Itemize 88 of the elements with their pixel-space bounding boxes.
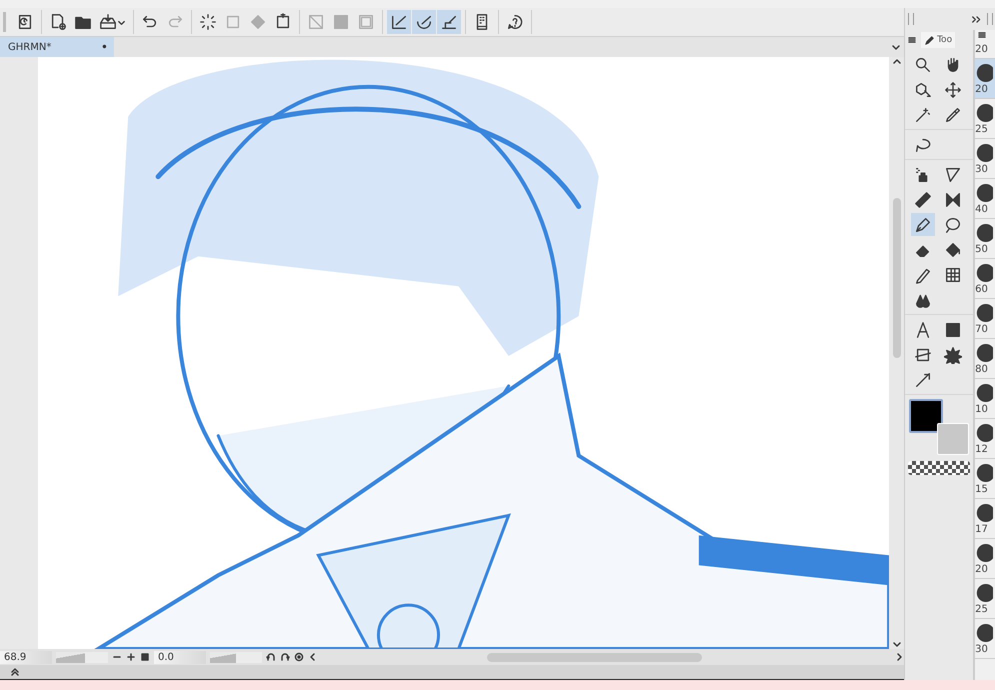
ruler-pen-button[interactable] [387, 10, 411, 34]
brush-tip-icon [975, 502, 994, 524]
pen-nib-tool[interactable] [911, 213, 936, 236]
import-tray-icon [99, 13, 117, 31]
ruler-pen-icon [415, 13, 433, 31]
brush-tip-icon [975, 382, 994, 404]
plus-icon[interactable] [126, 652, 136, 662]
target-icon[interactable] [294, 652, 304, 662]
tool-tab[interactable]: Too [921, 32, 956, 48]
square-icon [357, 13, 375, 31]
ruler-pen-icon [390, 13, 408, 31]
brush-size-item[interactable]: 80 [975, 339, 995, 379]
brush-size-item[interactable]: 30 [975, 619, 995, 659]
transform-icon [274, 13, 292, 31]
magic-wand-icon [914, 106, 932, 124]
zoom-slider[interactable] [56, 652, 108, 662]
balloon-icon [944, 216, 962, 234]
half-square-icon [332, 13, 350, 31]
eyedropper-icon [944, 106, 962, 124]
brush-size-item[interactable]: 20 [975, 59, 995, 99]
brush-size-item[interactable]: 30 [975, 139, 995, 179]
brush-size-item[interactable]: 12 [975, 419, 995, 459]
document-title: GHRMN* [8, 42, 52, 52]
search-icon [914, 56, 932, 74]
transparent-color-swatch[interactable] [908, 461, 970, 475]
brush-tip-icon [975, 462, 994, 484]
help-icon [506, 13, 524, 31]
brush-tip-icon [975, 182, 994, 204]
rotate-right-icon[interactable] [280, 652, 290, 662]
rotation-field[interactable]: 0.0 [154, 650, 206, 664]
brush-size-item[interactable]: 70 [975, 299, 995, 339]
paint-bucket-icon [944, 240, 962, 258]
rotation-slider[interactable] [210, 652, 262, 662]
brush-tip-icon [975, 422, 994, 444]
menu-icon[interactable] [907, 35, 918, 45]
scrollbar-thumb[interactable] [892, 198, 901, 358]
main-color-swatch[interactable] [909, 399, 944, 433]
panel-grip[interactable] [987, 13, 993, 25]
brush-tip-icon [975, 62, 994, 84]
ruler-pen-icon [440, 13, 458, 31]
brush-size-item[interactable]: 60 [975, 259, 995, 299]
brush-size-item[interactable]: 25 [975, 579, 995, 619]
brush-tip-icon [975, 102, 994, 124]
document-tab[interactable]: GHRMN* • [0, 37, 114, 57]
zoom-field[interactable]: 68.9 [0, 650, 52, 664]
expand-up-icon[interactable] [10, 667, 20, 677]
brush-tip-icon [975, 622, 994, 644]
brush-size-item[interactable]: 15 [975, 459, 995, 499]
square-icon [224, 13, 242, 31]
pen-icon [924, 34, 936, 46]
sub-color-swatch[interactable] [937, 423, 970, 455]
brush-tip-icon [975, 542, 994, 564]
frame-grid-icon [944, 266, 962, 284]
brush-tip-icon [975, 302, 994, 324]
marker-icon [914, 190, 932, 208]
brush-size-item[interactable]: 25 [975, 99, 995, 139]
brush-size-item[interactable]: 40 [975, 179, 995, 219]
ruler-triangle-icon [944, 166, 962, 184]
slash-square-icon [307, 13, 325, 31]
spiral-logo-icon [16, 13, 34, 31]
toolbar-grip[interactable] [3, 12, 6, 32]
cube-cursor-icon [914, 80, 932, 98]
gradient-square-icon [944, 320, 962, 338]
collapse-icon[interactable] [971, 14, 983, 24]
burst-icon [944, 346, 962, 364]
brush-tip-icon [975, 262, 994, 284]
menu-icon[interactable] [977, 30, 988, 40]
brush-size-item[interactable]: 20 [975, 539, 995, 579]
bow-icon [944, 190, 962, 208]
modified-mark: • [100, 40, 108, 54]
ruler-pen-button[interactable] [437, 10, 461, 34]
scrollbar-thumb[interactable] [487, 652, 702, 662]
brush-size-item[interactable]: 10 [975, 379, 995, 419]
vector-path-icon [914, 370, 932, 388]
rotate-left-icon[interactable] [266, 652, 276, 662]
brush-tip-icon [975, 582, 994, 604]
panel-grip[interactable] [908, 13, 914, 25]
brush-size-item[interactable]: 50 [975, 219, 995, 259]
ruler-pen-button[interactable] [412, 10, 436, 34]
diamond-icon [249, 13, 267, 31]
move-arrows-icon [944, 80, 962, 98]
new-page-icon [49, 13, 67, 31]
square-icon[interactable] [140, 652, 150, 662]
brush-tip-icon [975, 342, 994, 364]
brush-tip-icon [975, 222, 994, 244]
brush-tip-icon [975, 142, 994, 164]
pen-nib-icon [914, 216, 932, 234]
brush-size-item[interactable]: 17 [975, 499, 995, 539]
